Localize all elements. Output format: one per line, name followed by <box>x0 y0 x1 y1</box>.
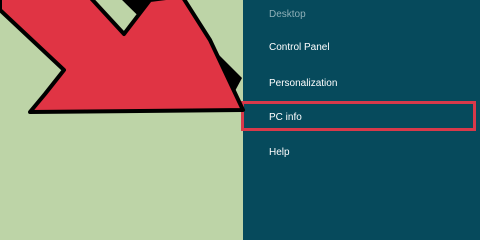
highlight-box <box>241 101 476 131</box>
menu-item-personalization[interactable]: Personalization <box>269 78 337 90</box>
menu-item-help[interactable]: Help <box>269 147 290 159</box>
menu-item-control-panel[interactable]: Control Panel <box>269 42 330 54</box>
screen: Desktop Control Panel Personalization PC… <box>0 0 480 240</box>
menu-item-desktop[interactable]: Desktop <box>269 9 306 21</box>
